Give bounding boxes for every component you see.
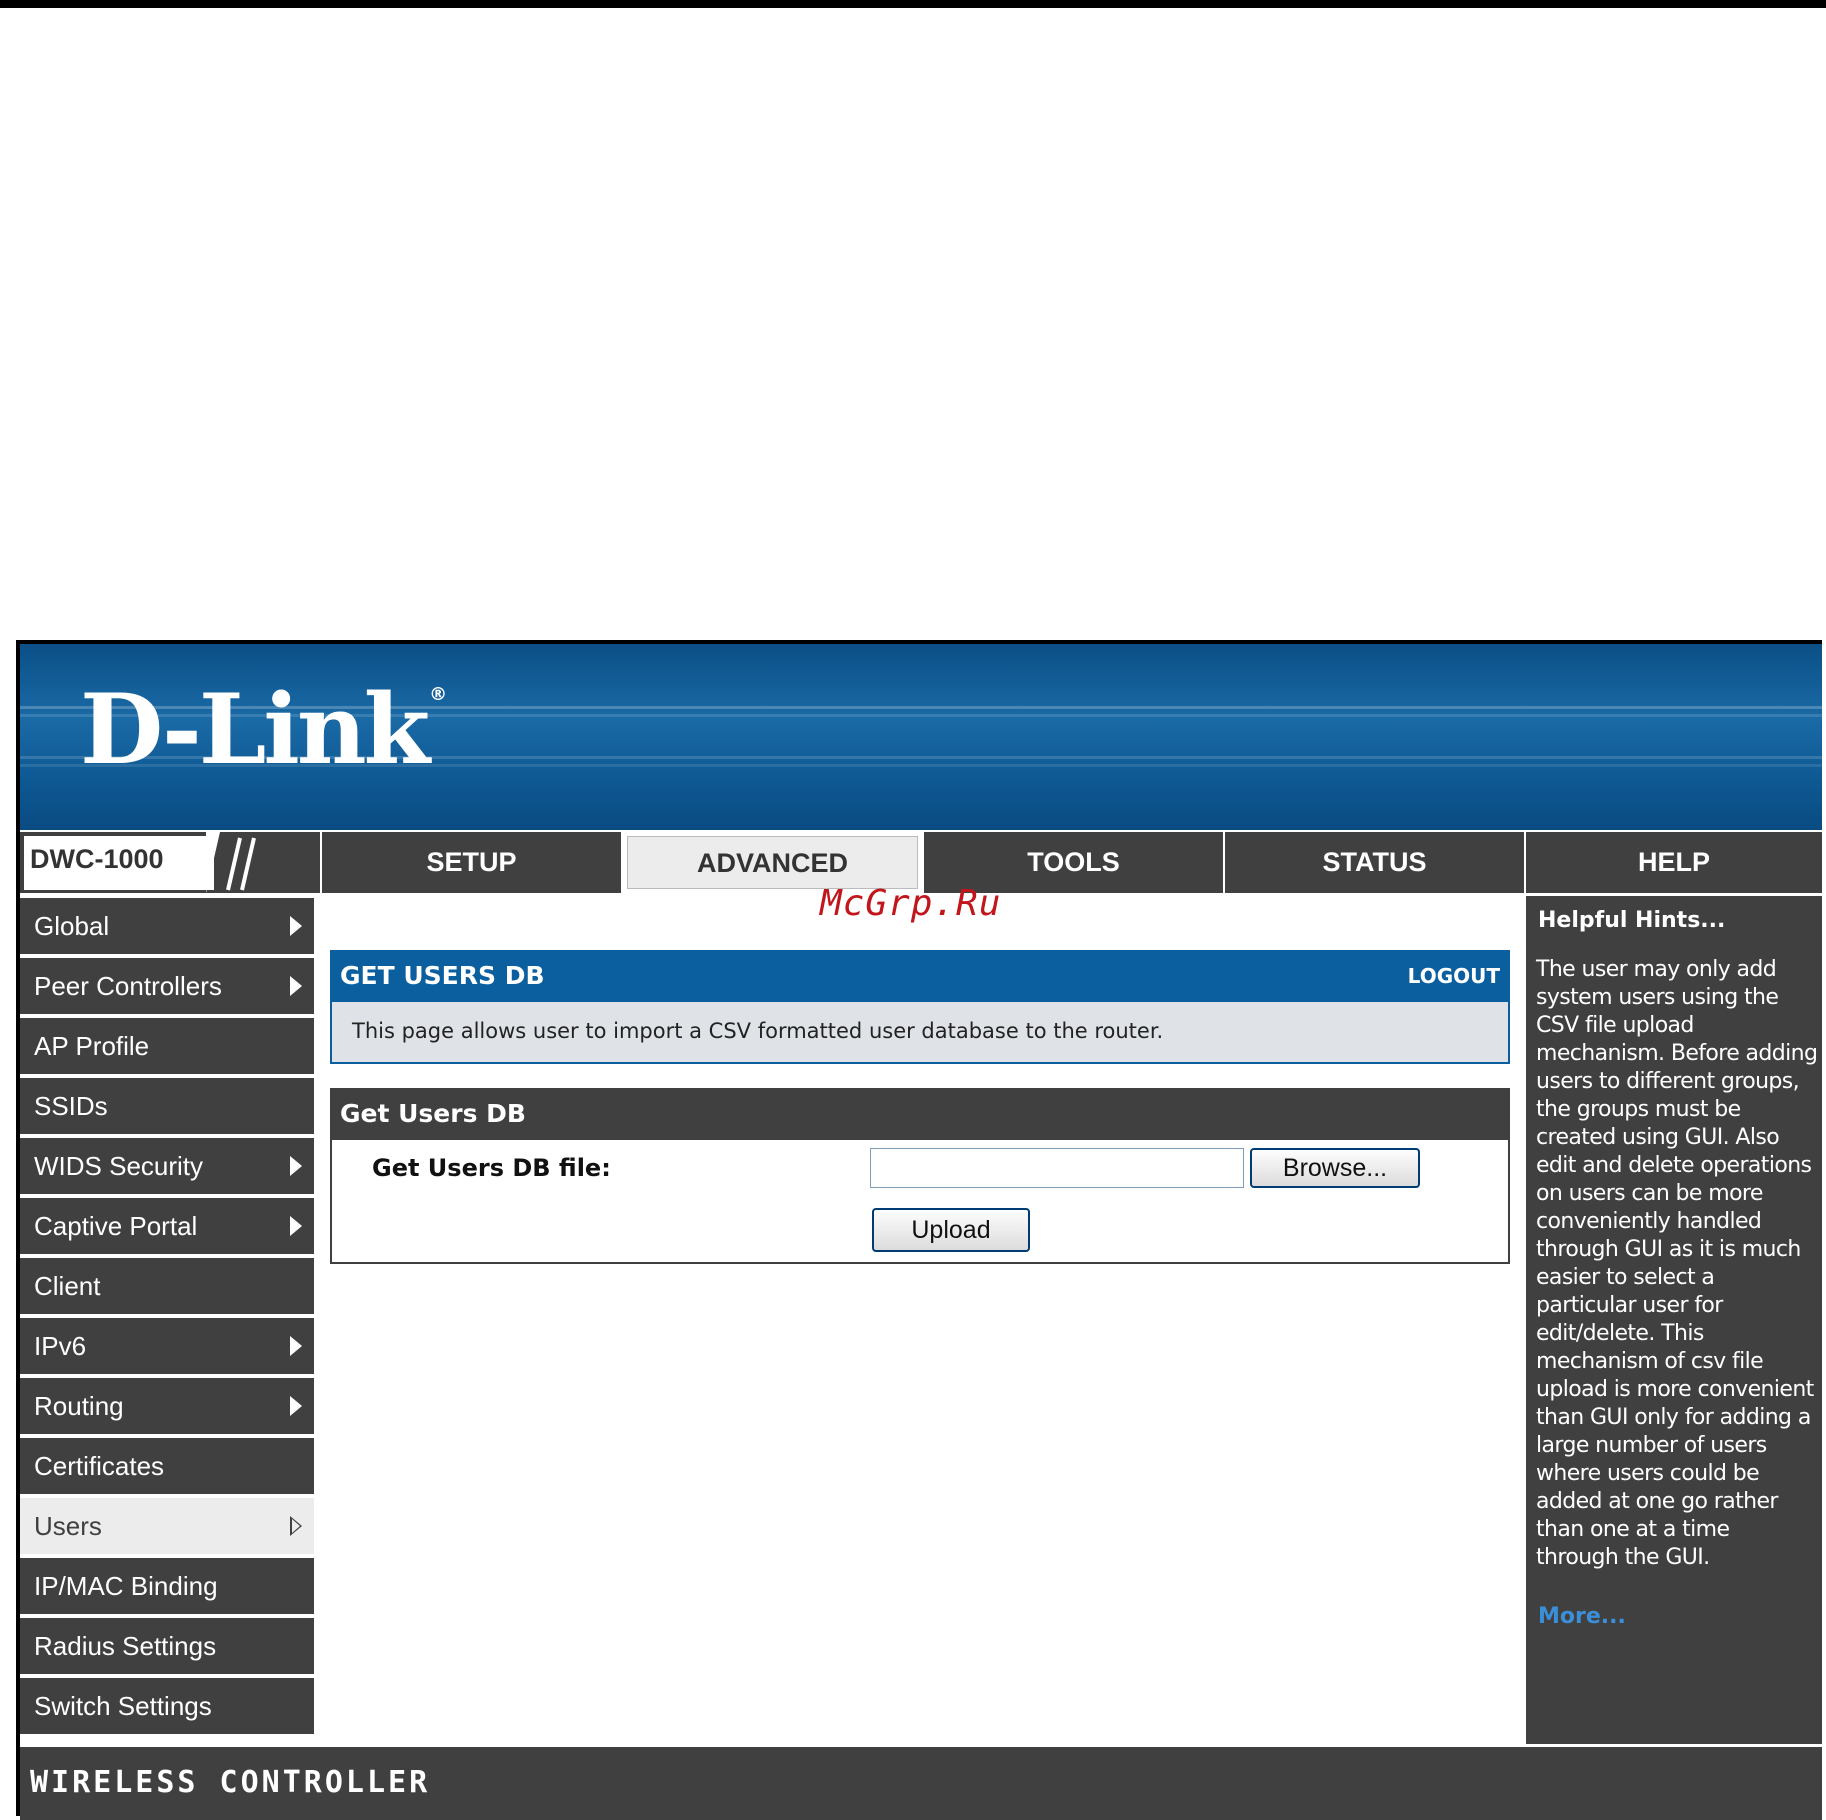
top-rule bbox=[0, 0, 1826, 8]
watermark: McGrp.Ru bbox=[820, 883, 1002, 924]
header-banner: D-Link ® bbox=[20, 644, 1822, 830]
slash-decoration-icon bbox=[206, 832, 256, 893]
page-title: GET USERS DB bbox=[340, 961, 545, 990]
sidebar-item-global[interactable]: Global bbox=[20, 898, 314, 954]
chevron-right-icon bbox=[290, 1396, 302, 1416]
help-title: Helpful Hints... bbox=[1538, 908, 1726, 933]
logout-link[interactable]: LOGOUT bbox=[1408, 950, 1500, 1002]
help-panel: Helpful Hints... The user may only add s… bbox=[1524, 896, 1822, 1744]
chevron-right-icon bbox=[290, 976, 302, 996]
model-name: DWC-1000 bbox=[30, 844, 164, 874]
section-title: Get Users DB bbox=[330, 1088, 1510, 1140]
tab-setup[interactable]: SETUP bbox=[320, 832, 621, 893]
main-content: GET USERS DB LOGOUT This page allows use… bbox=[320, 896, 1520, 1744]
footer-bar: WIRELESS CONTROLLER bbox=[20, 1744, 1822, 1820]
sidebar-item-switch-settings[interactable]: Switch Settings bbox=[20, 1678, 314, 1734]
sidebar-item-users[interactable]: Users bbox=[20, 1498, 314, 1554]
sidebar-item-captive-portal[interactable]: Captive Portal bbox=[20, 1198, 314, 1254]
footer-text: WIRELESS CONTROLLER bbox=[30, 1765, 431, 1800]
file-path-input[interactable] bbox=[870, 1148, 1244, 1188]
page-description: This page allows user to import a CSV fo… bbox=[330, 1002, 1510, 1064]
sidebar-item-ap-profile[interactable]: AP Profile bbox=[20, 1018, 314, 1074]
sidebar-item-routing[interactable]: Routing bbox=[20, 1378, 314, 1434]
upload-button[interactable]: Upload bbox=[872, 1208, 1030, 1252]
chevron-right-icon bbox=[290, 1336, 302, 1356]
sidebar-item-wids-security[interactable]: WIDS Security bbox=[20, 1138, 314, 1194]
router-ui: D-Link ® DWC-1000 SETUP ADVANCED TOOLS ST… bbox=[16, 640, 1822, 1820]
help-more-link[interactable]: More... bbox=[1538, 1604, 1626, 1629]
sidebar-item-peer-controllers[interactable]: Peer Controllers bbox=[20, 958, 314, 1014]
sidebar-item-radius-settings[interactable]: Radius Settings bbox=[20, 1618, 314, 1674]
sidebar-item-ip-mac-binding[interactable]: IP/MAC Binding bbox=[20, 1558, 314, 1614]
sidebar-item-certificates[interactable]: Certificates bbox=[20, 1438, 314, 1494]
sidebar-item-ssids[interactable]: SSIDs bbox=[20, 1078, 314, 1134]
sidebar: Global Peer Controllers AP Profile SSIDs… bbox=[20, 896, 314, 1744]
dlink-logo: D-Link ® bbox=[80, 673, 448, 786]
sidebar-item-ipv6[interactable]: IPv6 bbox=[20, 1318, 314, 1374]
upload-form: Get Users DB file: Browse... Upload bbox=[330, 1140, 1510, 1264]
file-field-label: Get Users DB file: bbox=[372, 1154, 611, 1182]
chevron-right-icon bbox=[290, 1216, 302, 1236]
chevron-right-outline-icon bbox=[290, 1516, 302, 1536]
chevron-right-icon bbox=[290, 916, 302, 936]
browse-button[interactable]: Browse... bbox=[1250, 1148, 1420, 1188]
sidebar-item-client[interactable]: Client bbox=[20, 1258, 314, 1314]
model-badge: DWC-1000 bbox=[20, 832, 320, 893]
chevron-right-icon bbox=[290, 1156, 302, 1176]
tab-status[interactable]: STATUS bbox=[1223, 832, 1524, 893]
help-text: The user may only add system users using… bbox=[1536, 957, 1818, 1570]
panel-header: GET USERS DB LOGOUT bbox=[330, 950, 1510, 1002]
tab-help[interactable]: HELP bbox=[1524, 832, 1822, 893]
